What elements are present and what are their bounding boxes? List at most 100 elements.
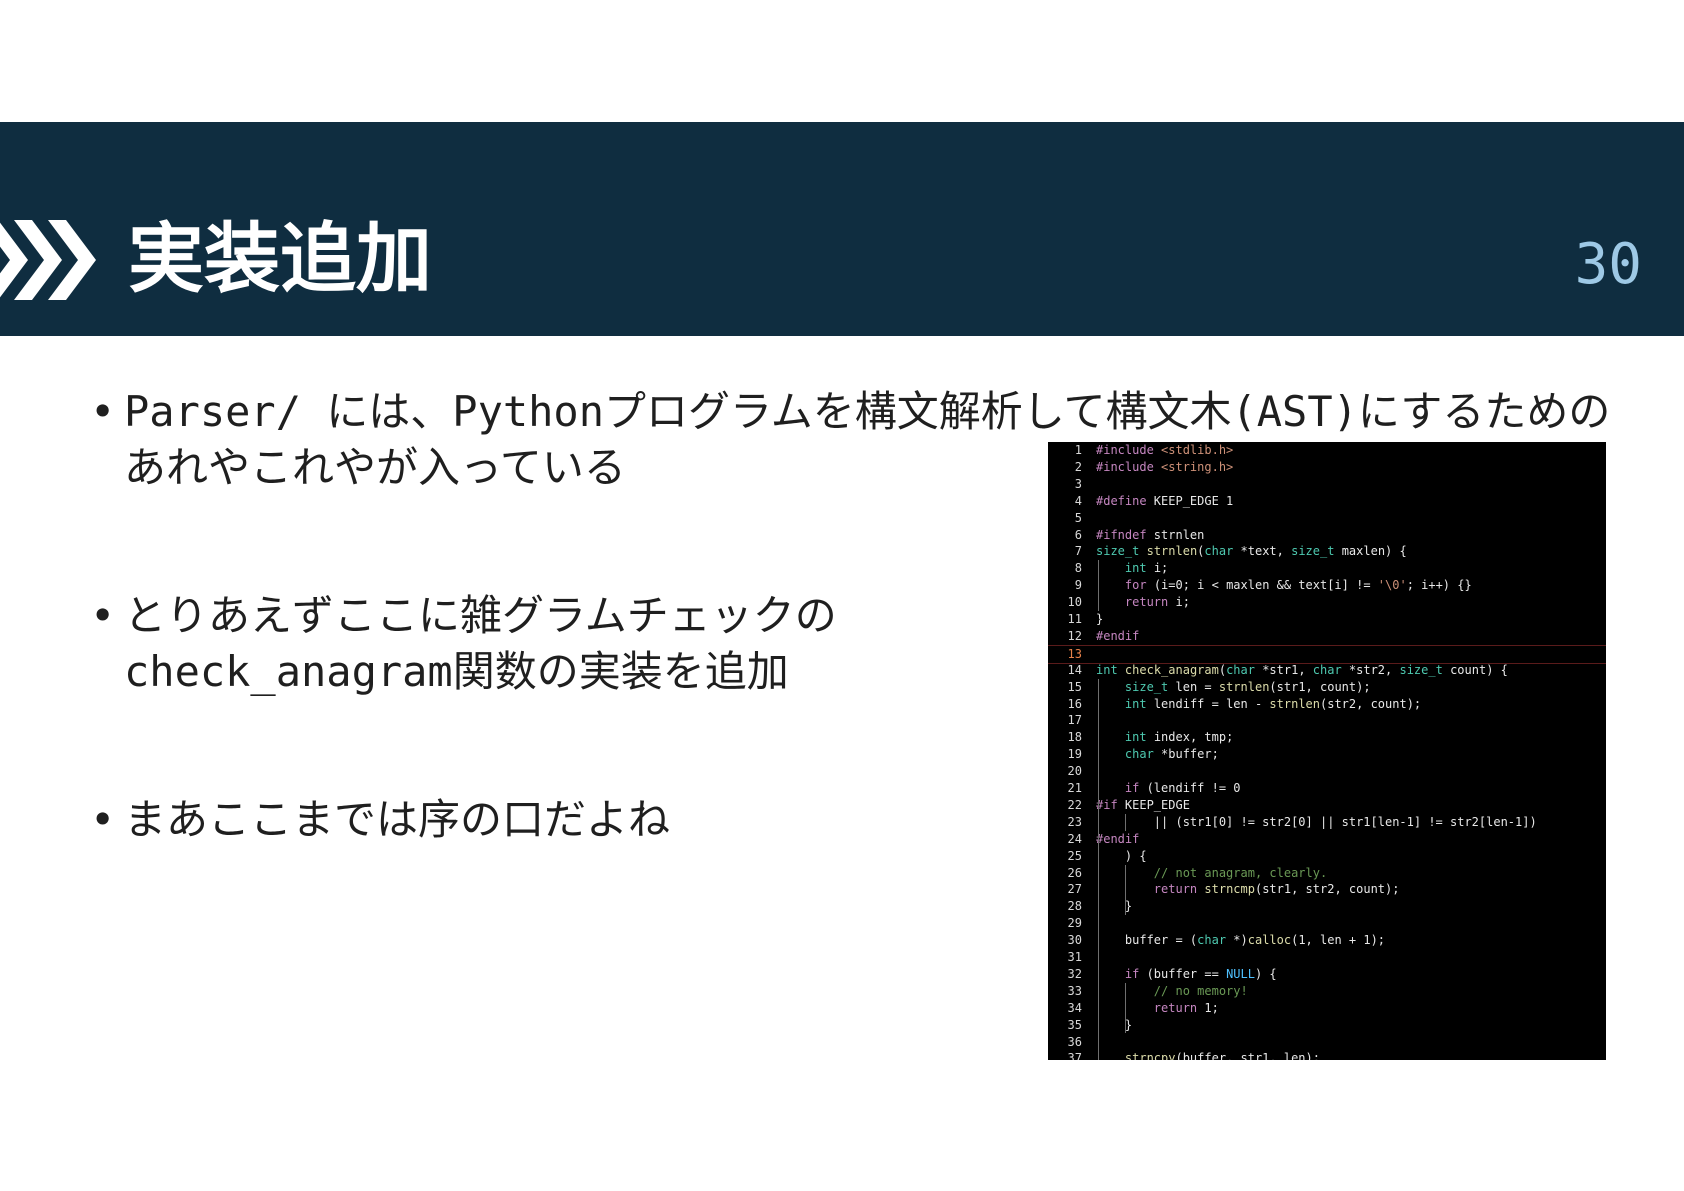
- code-text: #define KEEP_EDGE 1: [1096, 493, 1234, 508]
- code-line: 25 ) {: [1048, 848, 1606, 865]
- code-line: 19 char *buffer;: [1048, 746, 1606, 763]
- code-text: ) {: [1096, 848, 1147, 863]
- code-line: 3: [1048, 476, 1606, 493]
- code-line: 31: [1048, 949, 1606, 966]
- page-title: 実装追加: [128, 214, 432, 303]
- line-number: 32: [1067, 966, 1082, 981]
- code-line: 22 #if KEEP_EDGE: [1048, 797, 1606, 814]
- code-line: 6 #ifndef strnlen: [1048, 527, 1606, 544]
- line-number: 12: [1067, 628, 1082, 643]
- line-number: 8: [1074, 561, 1082, 576]
- code-line: 21 if (lendiff != 0: [1048, 780, 1606, 797]
- code-line: 15 size_t len = strnlen(str1, count);: [1048, 679, 1606, 696]
- code-text: #endif: [1096, 628, 1140, 643]
- code-text: if (buffer == NULL) {: [1124, 966, 1277, 981]
- code-line: 8 int i;: [1048, 560, 1606, 577]
- line-number: 16: [1067, 696, 1082, 711]
- code-text: }: [1096, 899, 1133, 914]
- line-number: 3: [1074, 476, 1082, 491]
- code-text: if (lendiff != 0: [1124, 781, 1241, 795]
- line-number: 6: [1074, 527, 1082, 542]
- code-line: 9 for (i=0; i < maxlen && text[i] != '\0…: [1048, 577, 1606, 594]
- code-line: 37 strncpy(buffer, str1, len);: [1048, 1050, 1606, 1060]
- line-number: 30: [1067, 933, 1082, 948]
- line-number: 13: [1067, 646, 1082, 661]
- indent-guide: [1125, 864, 1126, 916]
- code-line: 17: [1048, 712, 1606, 729]
- code-line: 33 // no memory!: [1048, 983, 1606, 1000]
- code-line: 7 size_t strnlen(char *text, size_t maxle…: [1048, 543, 1606, 560]
- line-number: 23: [1067, 814, 1082, 829]
- code-line: 26 // not anagram, clearly.: [1048, 865, 1606, 882]
- code-line: 10 return i;: [1048, 594, 1606, 611]
- code-line: 24 #endif: [1048, 831, 1606, 848]
- code-line: 1 #include <stdlib.h>: [1048, 442, 1606, 459]
- code-line: 29: [1048, 915, 1606, 932]
- line-number: 19: [1067, 747, 1082, 762]
- code-text: int lendiff = len - strnlen(str2, count)…: [1124, 696, 1422, 711]
- code-line: 20: [1048, 763, 1606, 780]
- code-text: for (i=0; i < maxlen && text[i] != '\0';…: [1124, 578, 1472, 593]
- line-number: 27: [1067, 882, 1082, 897]
- code-text: buffer = (char *)calloc(1, len + 1);: [1096, 933, 1386, 948]
- code-line: 30 buffer = (char *)calloc(1, len + 1);: [1048, 932, 1606, 949]
- code-text: #include <string.h>: [1096, 459, 1234, 474]
- line-number: 15: [1067, 679, 1082, 694]
- code-text: #if KEEP_EDGE: [1096, 797, 1190, 812]
- line-number: 18: [1067, 730, 1082, 745]
- code-text: return strncmp(str1, str2, count);: [1153, 882, 1400, 897]
- code-line: 14 int check_anagram(char *str1, char *st…: [1048, 662, 1606, 679]
- indent-guide: [1125, 813, 1126, 831]
- line-number: 36: [1067, 1034, 1082, 1049]
- line-number: 4: [1074, 493, 1082, 508]
- line-number: 25: [1067, 848, 1082, 863]
- line-number: 11: [1067, 612, 1082, 626]
- code-line: 28 }: [1048, 898, 1606, 915]
- code-text: char *buffer;: [1124, 747, 1219, 762]
- code-text: }: [1096, 612, 1104, 626]
- code-line: 23 || (str1[0] != str2[0] || str1[len-1]…: [1048, 814, 1606, 831]
- code-line: 11}: [1048, 611, 1606, 628]
- line-number: 33: [1067, 983, 1082, 998]
- line-number: 22: [1067, 797, 1082, 812]
- code-line: 27 return strncmp(str1, str2, count);: [1048, 881, 1606, 898]
- code-text: return 1;: [1153, 1000, 1219, 1015]
- line-number: 29: [1067, 916, 1082, 931]
- line-number: 14: [1067, 662, 1082, 677]
- line-number: 10: [1067, 595, 1082, 610]
- code-text: int check_anagram(char *str1, char *str2…: [1096, 662, 1508, 677]
- code-line: 18 int index, tmp;: [1048, 729, 1606, 746]
- code-text: || (str1[0] != str2[0] || str1[len-1] !=…: [1096, 814, 1537, 829]
- code-text: }: [1096, 1017, 1133, 1032]
- page-number: 30: [1574, 232, 1642, 297]
- code-text: int i;: [1124, 561, 1169, 576]
- line-number: 21: [1067, 781, 1082, 795]
- line-number: 31: [1067, 950, 1082, 964]
- code-text: #include <stdlib.h>: [1096, 443, 1234, 457]
- code-text: int index, tmp;: [1124, 730, 1234, 745]
- code-text: size_t strnlen(char *text, size_t maxlen…: [1096, 544, 1407, 559]
- code-line: 2 #include <string.h>: [1048, 459, 1606, 476]
- line-number: 1: [1074, 443, 1082, 457]
- code-screenshot-panel: 1 #include <stdlib.h> 2 #include <string.h>…: [1048, 442, 1606, 1060]
- line-number: 35: [1067, 1017, 1082, 1032]
- indent-guide: [1098, 560, 1099, 611]
- code-line: 34 return 1;: [1048, 1000, 1606, 1017]
- indent-guide: [1125, 982, 1126, 1034]
- indent-guide: [1098, 678, 1099, 1060]
- triple-chevron-icon: [0, 220, 96, 300]
- line-number: 7: [1074, 544, 1082, 559]
- code-text: #ifndef strnlen: [1096, 527, 1205, 542]
- code-text: size_t len = strnlen(str1, count);: [1124, 679, 1371, 694]
- line-number: 37: [1067, 1051, 1082, 1060]
- code-line: 16 int lendiff = len - strnlen(str2, cou…: [1048, 696, 1606, 713]
- code-text: return i;: [1124, 595, 1190, 610]
- bullet-item-check-anagram: とりあえずここに雑グラムチェックのcheck_anagram関数の実装を追加: [90, 588, 1004, 700]
- code-line: 5: [1048, 510, 1606, 527]
- code-line: 32 if (buffer == NULL) {: [1048, 966, 1606, 983]
- line-number: 28: [1067, 899, 1082, 914]
- line-number: 20: [1067, 764, 1082, 779]
- code-text: #endif: [1096, 831, 1140, 846]
- code-text: strncpy(buffer, str1, len);: [1124, 1051, 1320, 1060]
- code-line: 12 #endif: [1048, 628, 1606, 645]
